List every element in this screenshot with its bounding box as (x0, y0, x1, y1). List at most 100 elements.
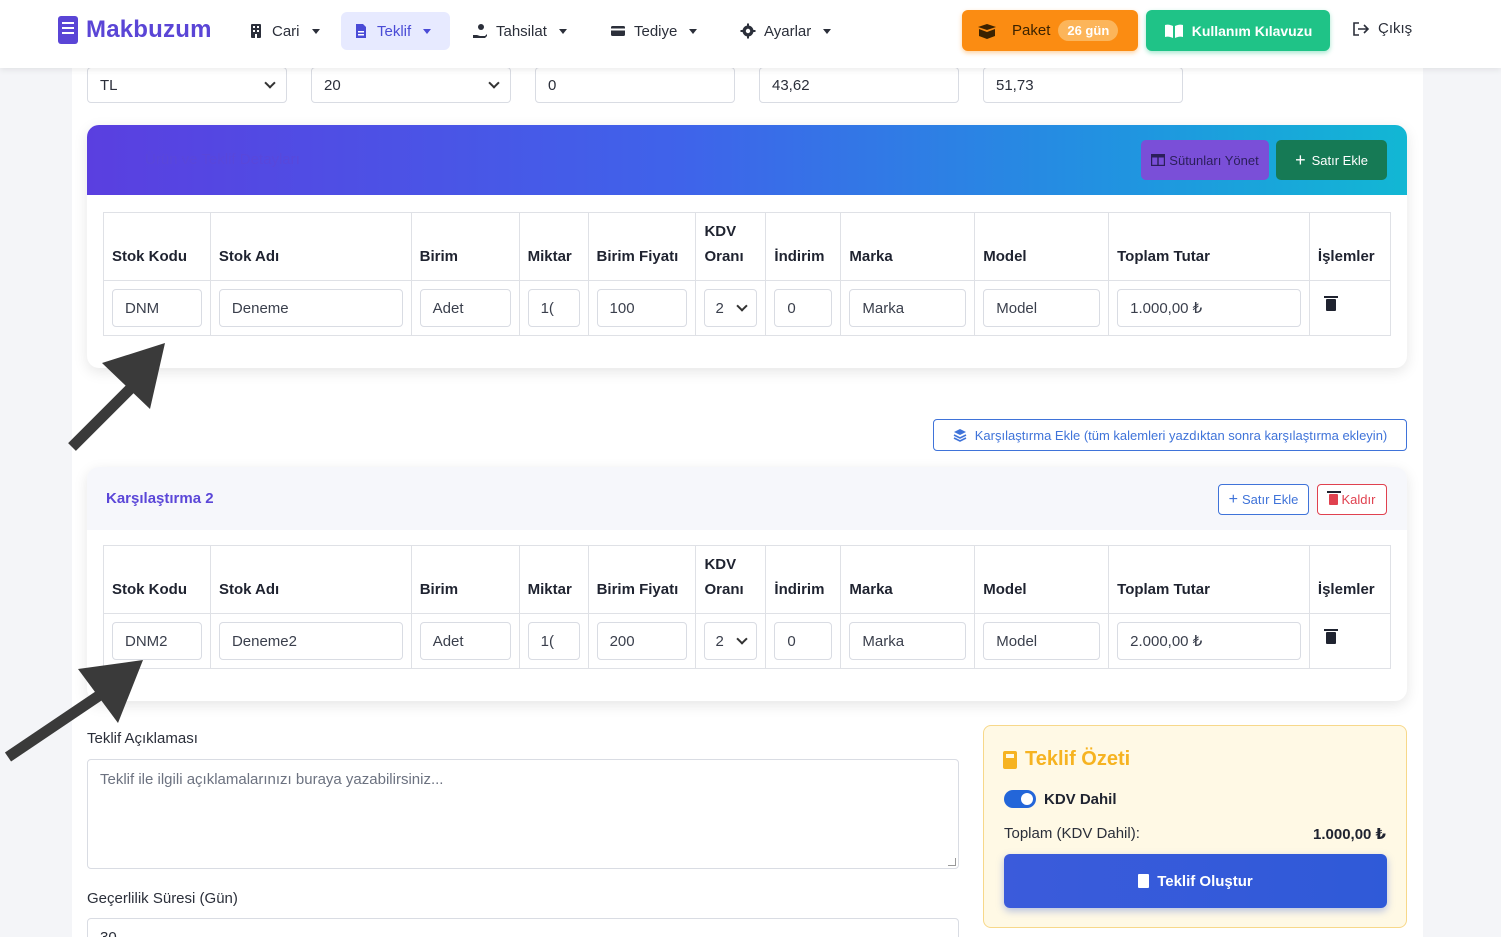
birim-input[interactable]: Adet (419, 622, 511, 660)
kdv-select[interactable]: 2 (704, 622, 758, 660)
offer-items-header: Ürün ve Teklif Detayları Sütunları Yönet… (87, 125, 1407, 195)
col-islemler: İşlemler (1308, 545, 1392, 614)
building-icon (251, 24, 261, 38)
gear-icon (740, 23, 756, 39)
chevron-down-icon (488, 77, 500, 89)
nav-tahsilat[interactable]: Tahsilat (460, 12, 579, 50)
kdv-select[interactable]: 2 (704, 289, 758, 327)
chevron-down-icon (736, 300, 749, 312)
col-model: Model (974, 545, 1110, 614)
nav-ayarlar[interactable]: Ayarlar (728, 12, 843, 50)
add-row-button[interactable]: + Satır Ekle (1276, 140, 1387, 180)
col-kdv-line2: Oranı (704, 581, 744, 598)
description-placeholder: Teklif ile ilgili açıklamalarınızı buray… (100, 771, 444, 788)
vat-select[interactable]: 20 (311, 67, 511, 103)
miktar-input[interactable]: 1( (527, 622, 580, 660)
currency-select[interactable]: TL (87, 67, 287, 103)
nav-tediye-label: Tediye (634, 22, 678, 40)
navbar: Makbuzum Cari Teklif Tahsilat Tediye Aya… (0, 0, 1501, 68)
comparison-add-row-button[interactable]: + Satır Ekle (1218, 484, 1309, 515)
miktar-input[interactable]: 1( (527, 289, 580, 327)
paket-button[interactable]: Paket 26 gün (962, 10, 1138, 51)
col-birim-fiyati: Birim Fiyatı (587, 545, 697, 614)
toplam-tutar-field: 2.000,00 ₺ (1117, 622, 1301, 660)
birim-fiyati-input[interactable]: 200 (596, 622, 688, 660)
plus-icon: + (1295, 150, 1306, 170)
col-birim-fiyati: Birim Fiyatı (587, 212, 697, 281)
comparison-card: Karşılaştırma 2 + Satır Ekle Kaldır Stok… (87, 467, 1407, 701)
rate2-field[interactable]: 51,73 (983, 67, 1183, 103)
discount-value: 0 (548, 76, 557, 94)
annotation-arrow (68, 343, 165, 451)
summary-title-row: Teklif Özeti (1003, 748, 1130, 771)
kdv-toggle[interactable] (1004, 790, 1036, 808)
rate1-field[interactable]: 43,62 (759, 67, 959, 103)
file-icon (1138, 874, 1150, 888)
add-comparison-label: Karşılaştırma Ekle (tüm kalemleri yazdık… (974, 427, 1388, 443)
col-kdv-orani: KDV Oranı (695, 212, 767, 281)
comparison-header: Karşılaştırma 2 + Satır Ekle Kaldır (87, 467, 1407, 530)
user-guide-button[interactable]: Kullanım Kılavuzu (1146, 10, 1330, 51)
stok-adi-input[interactable]: Deneme (218, 289, 403, 327)
book-open-icon (1164, 24, 1183, 38)
col-stok-adi: Stok Adı (209, 545, 412, 614)
indirim-input[interactable]: 0 (774, 289, 833, 327)
birim-fiyati-input[interactable]: 100 (596, 289, 688, 327)
validity-input[interactable]: 30 (87, 918, 959, 937)
stok-kodu-input[interactable]: DNM (112, 289, 202, 327)
comparison-title: Karşılaştırma 2 (106, 490, 214, 507)
col-marka: Marka (840, 545, 976, 614)
manage-columns-button[interactable]: Sütunları Yönet (1141, 140, 1269, 180)
col-stok-kodu: Stok Kodu (103, 545, 211, 614)
logout-label: Çıkış (1378, 20, 1413, 37)
nav-tediye[interactable]: Tediye (598, 12, 709, 50)
kdv-value: 2 (715, 299, 724, 317)
trash-icon (1326, 491, 1341, 505)
brand[interactable]: Makbuzum (58, 16, 212, 44)
resize-handle-icon[interactable] (948, 858, 956, 866)
col-kdv-line2: Oranı (704, 248, 744, 265)
stok-adi-input[interactable]: Deneme2 (218, 622, 403, 660)
nav-cari[interactable]: Cari (236, 12, 332, 50)
col-kdv-orani: KDV Oranı (695, 545, 767, 614)
model-input[interactable]: Model (983, 622, 1101, 660)
layers-icon (953, 429, 967, 442)
caret-down-icon (423, 28, 432, 34)
logout-link[interactable]: Çıkış (1352, 20, 1412, 37)
nav-cari-label: Cari (272, 22, 300, 40)
col-birim: Birim (410, 545, 520, 614)
trash-icon[interactable] (1323, 296, 1338, 311)
col-stok-kodu: Stok Kodu (103, 212, 211, 281)
col-miktar: Miktar (518, 545, 589, 614)
comparison-remove-button[interactable]: Kaldır (1317, 484, 1387, 515)
birim-input[interactable]: Adet (419, 289, 511, 327)
trash-icon[interactable] (1323, 629, 1338, 644)
total-value: 1.000,00 ₺ (1313, 826, 1386, 843)
file-icon (356, 24, 366, 38)
marka-input[interactable]: Marka (849, 622, 967, 660)
rate1-value: 43,62 (772, 76, 810, 94)
logout-icon (1353, 21, 1370, 36)
plus-icon: + (1228, 490, 1238, 508)
paket-days-badge: 26 gün (1058, 20, 1119, 41)
comparison-add-row-label: Satır Ekle (1241, 492, 1299, 507)
nav-teklif[interactable]: Teklif (341, 12, 450, 50)
comparison-table: Stok Kodu Stok Adı Birim Miktar Birim Fi… (103, 545, 1392, 669)
summary-title: Teklif Özeti (1025, 748, 1131, 770)
create-offer-label: Teklif Oluştur (1157, 872, 1253, 890)
offer-items-card: Ürün ve Teklif Detayları Sütunları Yönet… (87, 125, 1407, 368)
add-comparison-button[interactable]: Karşılaştırma Ekle (tüm kalemleri yazdık… (933, 419, 1407, 451)
description-textarea[interactable]: Teklif ile ilgili açıklamalarınızı buray… (87, 759, 959, 869)
receipt-logo-icon (58, 16, 78, 44)
marka-input[interactable]: Marka (849, 289, 967, 327)
col-kdv-line1: KDV (704, 556, 737, 573)
chevron-down-icon (736, 633, 749, 645)
caret-down-icon (558, 28, 567, 34)
model-input[interactable]: Model (983, 289, 1101, 327)
caret-down-icon (689, 28, 698, 34)
discount-field[interactable]: 0 (535, 67, 735, 103)
indirim-input[interactable]: 0 (774, 622, 833, 660)
create-offer-button[interactable]: Teklif Oluştur (1004, 854, 1387, 908)
nav-ayarlar-label: Ayarlar (764, 22, 812, 40)
brand-name: Makbuzum (86, 16, 212, 43)
